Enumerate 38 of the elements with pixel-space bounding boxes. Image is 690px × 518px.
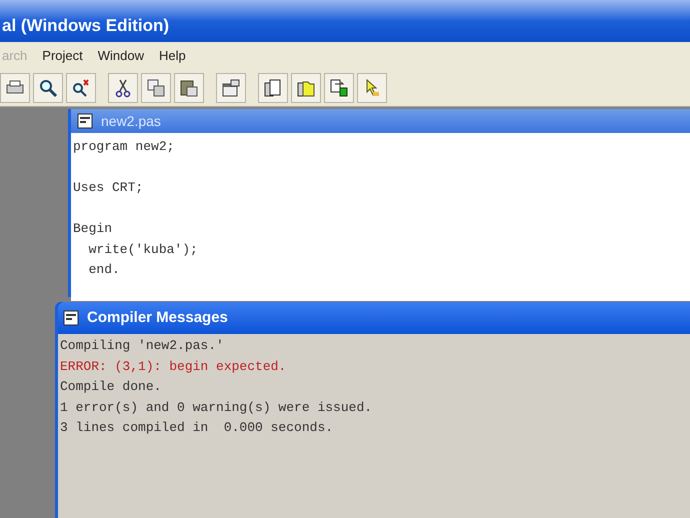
toolbar-button[interactable] [108,73,138,103]
editor-title: new2.pas [101,112,161,131]
clipboard-icon [179,78,199,98]
toolbar-button[interactable] [357,73,387,103]
toolbar-button[interactable] [33,73,63,103]
code-line: end. [88,261,120,279]
toolbar-button[interactable] [141,73,171,103]
window-icon [77,113,93,129]
export-icon [329,78,349,98]
window-icon [221,78,241,98]
search-icon [38,78,58,98]
window-icon [63,310,79,326]
code-line: program new2; [73,138,174,156]
code-line: Uses CRT; [73,179,144,197]
toolbar-button[interactable] [174,73,204,103]
message-line: Compile done. [60,378,162,396]
menu-item[interactable]: Window [98,46,144,66]
message-line: Compiling 'new2.pas.' [60,337,224,355]
scissors-icon [113,78,133,98]
message-line: ERROR: (3,1): begin expected. [60,358,286,376]
compiler-title: Compiler Messages [87,308,228,328]
toolbar-button[interactable] [324,73,354,103]
find-replace-icon [71,78,91,98]
toolbar-button[interactable] [291,73,321,103]
window-title: al (Windows Edition) [2,14,169,36]
toolbar-button[interactable] [0,73,30,103]
toolbar-button[interactable] [216,73,246,103]
code-editor[interactable]: program new2; Uses CRT; Begin write('kuba'); end. [71,133,690,301]
code-line: write('kuba'); [88,240,198,258]
message-line: 3 lines compiled in 0.000 seconds. [60,419,334,437]
menu-item[interactable]: Project [42,46,83,66]
message-line: 1 error(s) and 0 warning(s) were issued. [60,398,372,416]
toolbar-button[interactable] [258,73,288,103]
pages-icon [263,78,283,98]
code-line: Begin [73,220,112,238]
menu-item[interactable]: Help [159,46,186,66]
copy-icon [146,78,166,98]
toolbar-button[interactable] [66,73,96,103]
